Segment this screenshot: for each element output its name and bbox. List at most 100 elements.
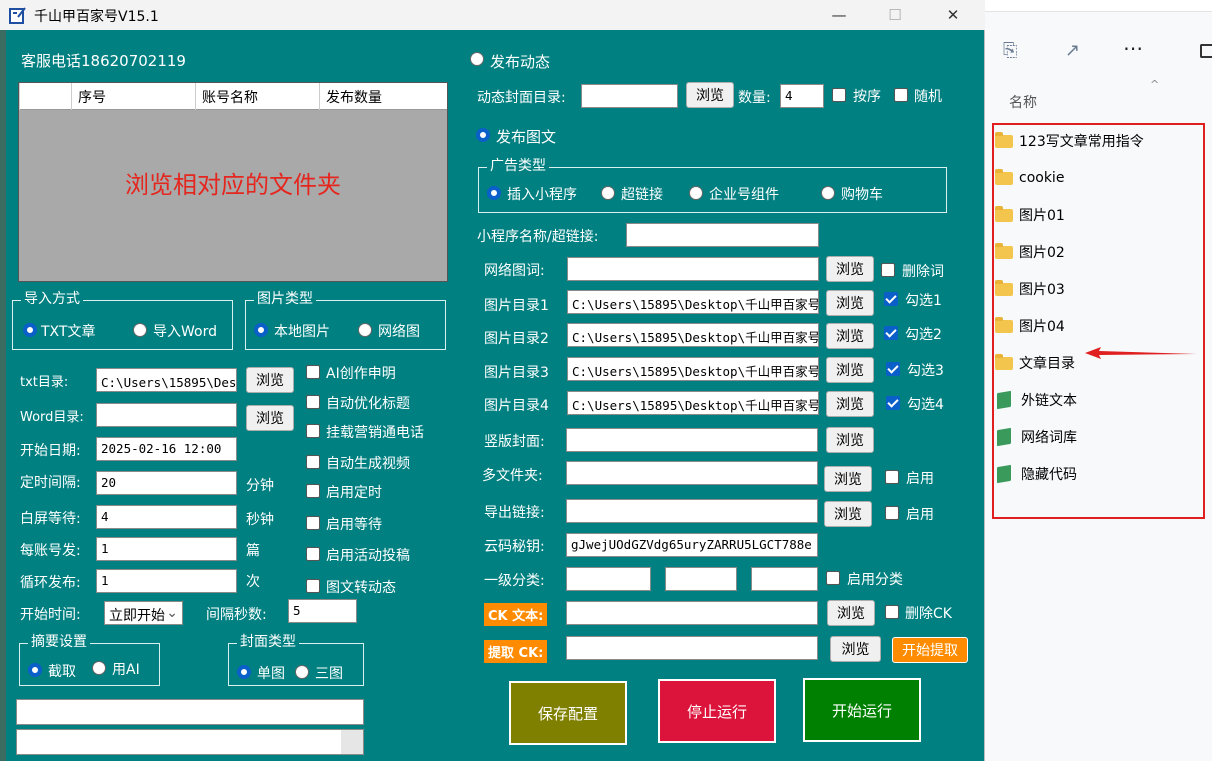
per-account-input[interactable]: 1: [96, 537, 237, 561]
dynamic-cover-browse-button[interactable]: 浏览: [686, 82, 734, 108]
ad-cart-radio[interactable]: [821, 186, 835, 200]
vertical-cover-input[interactable]: [566, 428, 818, 452]
img-dir-2-input[interactable]: C:\Users\15895\Desktop\千山甲百家号: [567, 323, 819, 347]
export-link-enable-checkbox[interactable]: [885, 506, 899, 520]
export-link-browse-button[interactable]: 浏览: [824, 501, 872, 527]
interval-sec-input[interactable]: 5: [288, 599, 357, 623]
img-dir-3-checkbox[interactable]: [886, 362, 900, 376]
import-txt-radio[interactable]: [23, 323, 37, 337]
export-link-input[interactable]: [566, 499, 818, 523]
ad-mini-radio[interactable]: [487, 186, 501, 200]
dynamic-random-checkbox[interactable]: [894, 88, 908, 102]
opt-activity-checkbox[interactable]: [306, 547, 320, 561]
multi-folder-browse-button[interactable]: 浏览: [824, 466, 872, 492]
category-3-input[interactable]: [751, 567, 818, 591]
cover-triple-radio[interactable]: [295, 665, 309, 679]
stop-button[interactable]: 停止运行: [658, 679, 776, 743]
start-date-input[interactable]: 2025-02-16 12:00: [96, 437, 237, 461]
image-net-radio[interactable]: [358, 323, 372, 337]
extract-ck-browse-button[interactable]: 浏览: [830, 636, 881, 662]
category-enable-checkbox[interactable]: [826, 571, 840, 585]
extract-ck-input[interactable]: [566, 636, 818, 660]
summary-ai-radio[interactable]: [92, 661, 106, 675]
summary-group: 摘要设置 截取 用AI: [19, 634, 160, 686]
word-dir-browse-button[interactable]: 浏览: [246, 405, 294, 431]
image-local-radio[interactable]: [254, 323, 268, 337]
img-dir-4-checkbox[interactable]: [886, 396, 900, 410]
net-dict-input[interactable]: [567, 257, 819, 281]
img-dir-1-checkbox[interactable]: [884, 292, 898, 306]
close-button[interactable]: ✕: [929, 0, 977, 30]
img-dir-4-input[interactable]: C:\Users\15895\Desktop\千山甲百家号: [567, 391, 819, 415]
opt-wait-checkbox[interactable]: [306, 516, 320, 530]
import-mode-group: 导入方式 TXT文章 导入Word: [12, 291, 233, 350]
publish-article-radio[interactable]: [476, 128, 490, 142]
category-2-input[interactable]: [665, 567, 737, 591]
start-button[interactable]: 开始运行: [803, 678, 921, 742]
name-column-header[interactable]: 名称: [1009, 92, 1037, 112]
app-icon: [9, 7, 26, 24]
publish-dynamic-label: 发布动态: [490, 53, 551, 71]
publish-dynamic-radio[interactable]: [470, 52, 484, 66]
view-icon[interactable]: [1200, 44, 1212, 58]
ck-text-browse-button[interactable]: 浏览: [827, 600, 875, 626]
ad-type-group: 广告类型 插入小程序 超链接 企业号组件 购物车: [478, 158, 947, 213]
img-dir-2-browse-button[interactable]: 浏览: [826, 323, 874, 349]
account-grid[interactable]: 序号 账号名称 发布数量 浏览相对应的文件夹: [18, 82, 448, 282]
dynamic-cover-input[interactable]: [581, 84, 678, 108]
word-dir-label: Word目录:: [20, 410, 84, 425]
status-field-1[interactable]: [16, 699, 364, 725]
save-config-button[interactable]: 保存配置: [509, 681, 627, 745]
maximize-button[interactable]: ☐: [871, 0, 919, 30]
share-icon[interactable]: ↗: [1065, 40, 1080, 61]
img-dir-4-browse-button[interactable]: 浏览: [826, 391, 874, 417]
loop-input[interactable]: 1: [96, 569, 237, 593]
interval-sec-label: 间隔秒数:: [206, 607, 267, 623]
txt-dir-browse-button[interactable]: 浏览: [246, 367, 294, 393]
dynamic-order-checkbox[interactable]: [832, 88, 846, 102]
white-wait-input[interactable]: 4: [96, 505, 237, 529]
cover-type-group: 封面类型 单图 三图: [228, 634, 364, 686]
ck-delete-checkbox[interactable]: [885, 605, 899, 619]
category-1-input[interactable]: [566, 567, 651, 591]
ad-link-radio[interactable]: [601, 186, 615, 200]
grid-col-index[interactable]: 序号: [71, 83, 195, 110]
img-dir-1-input[interactable]: C:\Users\15895\Desktop\千山甲百家号: [567, 290, 819, 314]
summary-cut-radio[interactable]: [28, 663, 42, 677]
ad-component-radio[interactable]: [689, 186, 703, 200]
multi-folder-input[interactable]: [566, 461, 818, 485]
opt-dynamic-checkbox[interactable]: [306, 579, 320, 593]
opt-timer-checkbox[interactable]: [306, 484, 320, 498]
img-dir-3-input[interactable]: C:\Users\15895\Desktop\千山甲百家号: [567, 357, 819, 381]
grid-col-count[interactable]: 发布数量: [319, 83, 447, 110]
cloud-key-input[interactable]: gJwejUOdGZVdg65uryZARRU5LGCT788e: [566, 533, 818, 557]
net-dict-browse-button[interactable]: 浏览: [826, 256, 874, 282]
net-dict-delete-checkbox[interactable]: [881, 263, 895, 277]
ck-text-input[interactable]: [566, 601, 818, 625]
img-dir-1-browse-button[interactable]: 浏览: [826, 290, 874, 316]
rename-icon[interactable]: ⎘: [1003, 40, 1017, 61]
txt-dir-input[interactable]: C:\Users\15895\Desktop\千山甲百家号: [96, 368, 237, 392]
img-dir-2-label: 图片目录2: [484, 331, 549, 347]
grid-col-account[interactable]: 账号名称: [195, 83, 319, 110]
opt-activity-label: 启用活动投稿: [326, 548, 410, 564]
opt-video-checkbox[interactable]: [306, 455, 320, 469]
img-dir-2-checkbox[interactable]: [884, 326, 898, 340]
cover-single-radio[interactable]: [237, 665, 251, 679]
mini-name-input[interactable]: [626, 223, 819, 247]
start-time-select[interactable]: 立即开始 ⌄: [104, 601, 183, 625]
word-dir-input[interactable]: [96, 403, 237, 427]
start-extract-button[interactable]: 开始提取: [892, 637, 968, 663]
minimize-button[interactable]: —: [815, 0, 863, 30]
interval-input[interactable]: 20: [96, 471, 237, 495]
img-dir-3-browse-button[interactable]: 浏览: [826, 357, 874, 383]
vertical-cover-browse-button[interactable]: 浏览: [826, 427, 874, 453]
import-word-radio[interactable]: [133, 323, 147, 337]
opt-title-opt-checkbox[interactable]: [306, 395, 320, 409]
multi-folder-enable-checkbox[interactable]: [885, 470, 899, 484]
opt-ai-declare-checkbox[interactable]: [306, 365, 320, 379]
more-icon[interactable]: ⋯: [1123, 36, 1143, 60]
opt-phone-checkbox[interactable]: [306, 424, 320, 438]
dynamic-count-input[interactable]: 4: [780, 84, 824, 108]
net-dict-label: 网络图词:: [484, 263, 545, 279]
